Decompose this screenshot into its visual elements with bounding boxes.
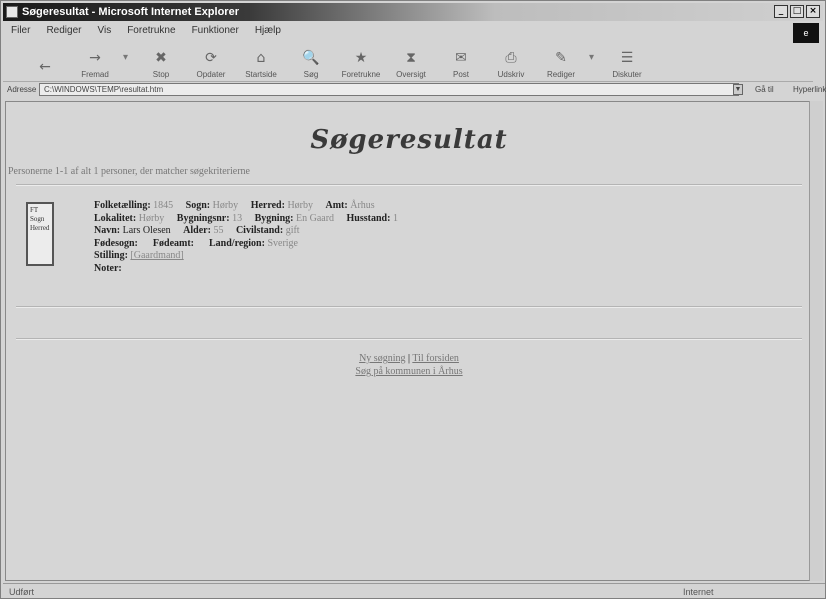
address-input[interactable]: C:\WINDOWS\TEMP\resultat.htm	[39, 83, 739, 96]
age: 55	[213, 225, 224, 236]
menu-view[interactable]: Vis	[97, 23, 111, 39]
result-summary: Personerne 1-1 af alt 1 personer, der ma…	[8, 166, 250, 177]
title-bar: Søgeresultat - Microsoft Internet Explor…	[3, 3, 823, 21]
country-region: Sverige	[267, 237, 298, 249]
zone-text: Internet	[683, 587, 714, 597]
record-line: Fødesogn: Fødeamt: Land/region: Sverige	[94, 237, 298, 249]
home-link[interactable]: Til forsiden	[412, 353, 459, 364]
menu-favorites[interactable]: Foretrukne	[127, 23, 175, 39]
maximize-button[interactable]: □	[790, 5, 804, 18]
record-line: Navn: Lars Olesen Alder: 55 Civilstand: …	[94, 225, 300, 236]
dropdown-arrow-icon[interactable]: ▾	[123, 52, 133, 81]
discuss-button[interactable]: ☰ Diskuter	[605, 43, 649, 81]
ie-logo-icon: e	[793, 23, 819, 43]
status-text: Udført	[9, 587, 35, 597]
forward-arrow-icon: →	[89, 50, 101, 66]
minimize-button[interactable]: _	[774, 5, 788, 18]
toolbar: ← → Fremad ▾ ✖ Stop ⟳ Opdater ⌂ Startside 🔍 S…	[3, 41, 813, 82]
favorites-icon: ★	[354, 50, 368, 66]
census-record-icon: FT Sogn Herred	[26, 202, 54, 266]
favorites-button[interactable]: ★ Foretrukne	[339, 43, 383, 81]
history-icon: ⧗	[406, 50, 416, 66]
county: Århus	[350, 200, 375, 211]
census-year: 1845	[153, 200, 174, 211]
close-button[interactable]: ×	[806, 5, 820, 18]
search-button[interactable]: 🔍 Søg	[289, 43, 333, 81]
building: En Gaard	[295, 212, 335, 224]
address-dropdown-icon[interactable]: ▼	[733, 84, 743, 95]
mail-button[interactable]: ✉ Post	[439, 43, 483, 81]
locality: Hørby	[138, 212, 165, 224]
new-search-link[interactable]: Ny søgning	[359, 353, 405, 364]
menu-bar: Filer Rediger Vis Foretrukne Funktioner …	[3, 23, 801, 39]
home-button[interactable]: ⌂ Startside	[239, 43, 283, 81]
page-title: Søgeresultat	[310, 125, 508, 155]
refresh-icon: ⟳	[205, 50, 217, 66]
menu-file[interactable]: Filer	[11, 23, 30, 39]
divider	[16, 184, 802, 186]
building-number: 13	[232, 212, 243, 224]
menu-edit[interactable]: Rediger	[46, 23, 81, 39]
go-button[interactable]: Gå til	[755, 85, 774, 94]
window-title: Søgeresultat - Microsoft Internet Explor…	[22, 6, 239, 18]
browser-window: Søgeresultat - Microsoft Internet Explor…	[0, 0, 826, 599]
occupation-link[interactable]: [Gaardmand]	[130, 250, 183, 261]
edit-dropdown-arrow-icon[interactable]: ▾	[589, 52, 599, 81]
refresh-button[interactable]: ⟳ Opdater	[189, 43, 233, 81]
record-line: Noter:	[94, 262, 122, 274]
stop-button[interactable]: ✖ Stop	[139, 43, 183, 81]
back-button[interactable]: ←	[23, 43, 67, 81]
record-line: Lokalitet: Hørby Bygningsnr: 13 Bygning:…	[94, 212, 398, 224]
search-icon: 🔍	[302, 50, 320, 66]
edit-button[interactable]: ✎ Rediger	[539, 43, 583, 81]
marital-status: gift	[285, 225, 300, 236]
footer-links: Ny søgning | Til forsiden Søg på kommune…	[355, 353, 463, 377]
divider	[16, 306, 802, 308]
status-bar: Udført Internet	[3, 583, 825, 599]
menu-tools[interactable]: Funktioner	[192, 23, 239, 39]
discuss-icon: ☰	[620, 50, 634, 66]
divider	[16, 338, 802, 340]
back-arrow-icon: ←	[39, 59, 51, 75]
print-icon: ⎙	[505, 50, 517, 66]
person-name: Lars Olesen	[122, 225, 171, 236]
district: Hørby	[287, 200, 313, 211]
window-controls: _ □ ×	[774, 5, 820, 18]
stop-icon: ✖	[155, 50, 167, 66]
record-line: Folketælling: 1845 Sogn: Hørby Herred: H…	[94, 200, 375, 211]
search-municipality-link[interactable]: Søg på kommunen i Århus	[355, 366, 462, 377]
forward-button[interactable]: → Fremad	[73, 43, 117, 81]
vertical-scrollbar[interactable]	[809, 101, 823, 581]
page-content: Søgeresultat Personerne 1-1 af alt 1 per…	[5, 101, 811, 581]
print-button[interactable]: ⎙ Udskriv	[489, 43, 533, 81]
address-label: Adresse	[7, 85, 37, 94]
mail-icon: ✉	[455, 50, 467, 66]
links-button[interactable]: Hyperlinks	[793, 85, 826, 94]
edit-icon: ✎	[555, 50, 567, 66]
record-line: Stilling: [Gaardmand]	[94, 250, 184, 261]
home-icon: ⌂	[256, 50, 266, 66]
household: 1	[392, 212, 398, 224]
parish: Hørby	[212, 200, 239, 211]
history-button[interactable]: ⧗ Oversigt	[389, 43, 433, 81]
census-record: Folketælling: 1845 Sogn: Hørby Herred: H…	[94, 200, 794, 275]
app-icon	[6, 6, 18, 18]
menu-help[interactable]: Hjælp	[255, 23, 281, 39]
address-bar: Adresse C:\WINDOWS\TEMP\resultat.htm ▼ G…	[3, 83, 826, 97]
